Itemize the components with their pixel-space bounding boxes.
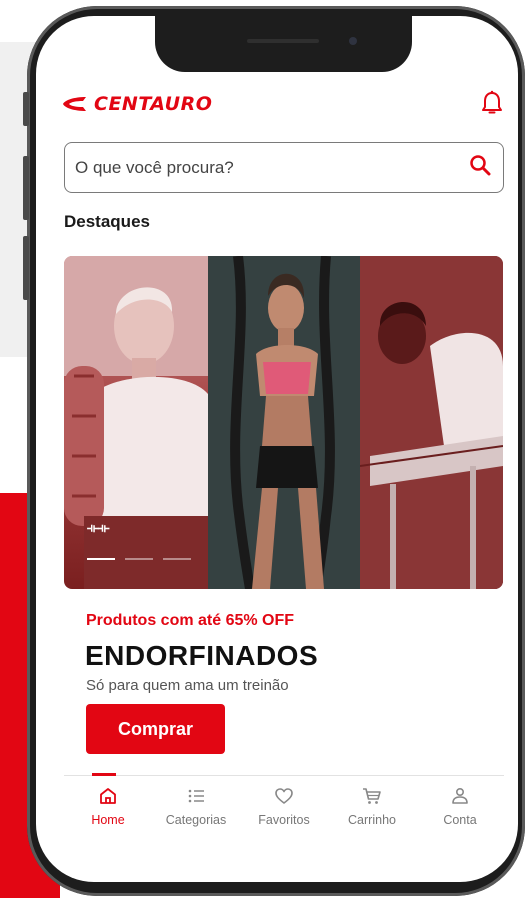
hero-banner[interactable]: ⟛⟛ xyxy=(64,256,503,589)
list-icon xyxy=(188,789,204,803)
nav-item-home[interactable]: Home xyxy=(64,785,152,841)
nav-item-favoritos[interactable]: Favoritos xyxy=(240,785,328,841)
banner-photo-woman-mat xyxy=(64,256,208,589)
nav-item-carrinho[interactable]: Carrinho xyxy=(328,785,416,841)
phone-camera xyxy=(349,37,357,45)
banner-photo-battle-ropes xyxy=(208,256,360,589)
promo-subtitle: Produtos com até 65% OFF xyxy=(86,612,295,629)
centauro-mark-icon xyxy=(63,97,86,111)
carousel-dot[interactable] xyxy=(163,558,191,560)
nav-item-conta[interactable]: Conta xyxy=(416,785,504,841)
nav-label: Conta xyxy=(443,813,477,827)
search-input[interactable] xyxy=(75,157,455,178)
bottom-navigation: Home Categorias Favoritos Carrinho Conta xyxy=(64,785,504,841)
brand-logo[interactable]: CENTAURO xyxy=(62,93,212,115)
nav-label: Home xyxy=(91,813,125,827)
home-icon xyxy=(100,788,116,804)
nav-label: Carrinho xyxy=(348,813,396,827)
phone-mute-button xyxy=(23,92,29,126)
carousel-dot[interactable] xyxy=(125,558,153,560)
banner-photo-man-bench xyxy=(360,256,503,589)
cart-icon xyxy=(363,788,381,804)
promo-title: ENDORFINADOS xyxy=(85,640,319,671)
bottom-nav-divider xyxy=(64,775,504,776)
active-tab-indicator xyxy=(92,773,116,776)
bell-icon[interactable] xyxy=(480,90,504,121)
phone-volume-down-button xyxy=(23,236,29,300)
banner-brand-logo: ⟛⟛ xyxy=(87,520,110,535)
phone-speaker xyxy=(247,39,319,43)
phone-volume-up-button xyxy=(23,156,29,220)
nav-label: Favoritos xyxy=(258,813,310,827)
app-screen: CENTAURO Destaques xyxy=(36,16,518,882)
nav-item-categorias[interactable]: Categorias xyxy=(152,785,240,841)
phone-notch xyxy=(155,16,412,72)
buy-button[interactable]: Comprar xyxy=(86,704,225,754)
search-icon[interactable] xyxy=(469,154,491,181)
carousel-indicators[interactable] xyxy=(87,558,191,560)
nav-label: Categorias xyxy=(165,813,227,827)
section-title: Destaques xyxy=(64,212,150,231)
search-bar[interactable] xyxy=(64,142,504,193)
heart-icon xyxy=(275,788,293,804)
brand-name: CENTAURO xyxy=(94,93,213,115)
promo-description: Só para quem ama um treinão xyxy=(86,677,289,694)
user-icon xyxy=(452,787,468,804)
carousel-dot[interactable] xyxy=(87,558,115,560)
